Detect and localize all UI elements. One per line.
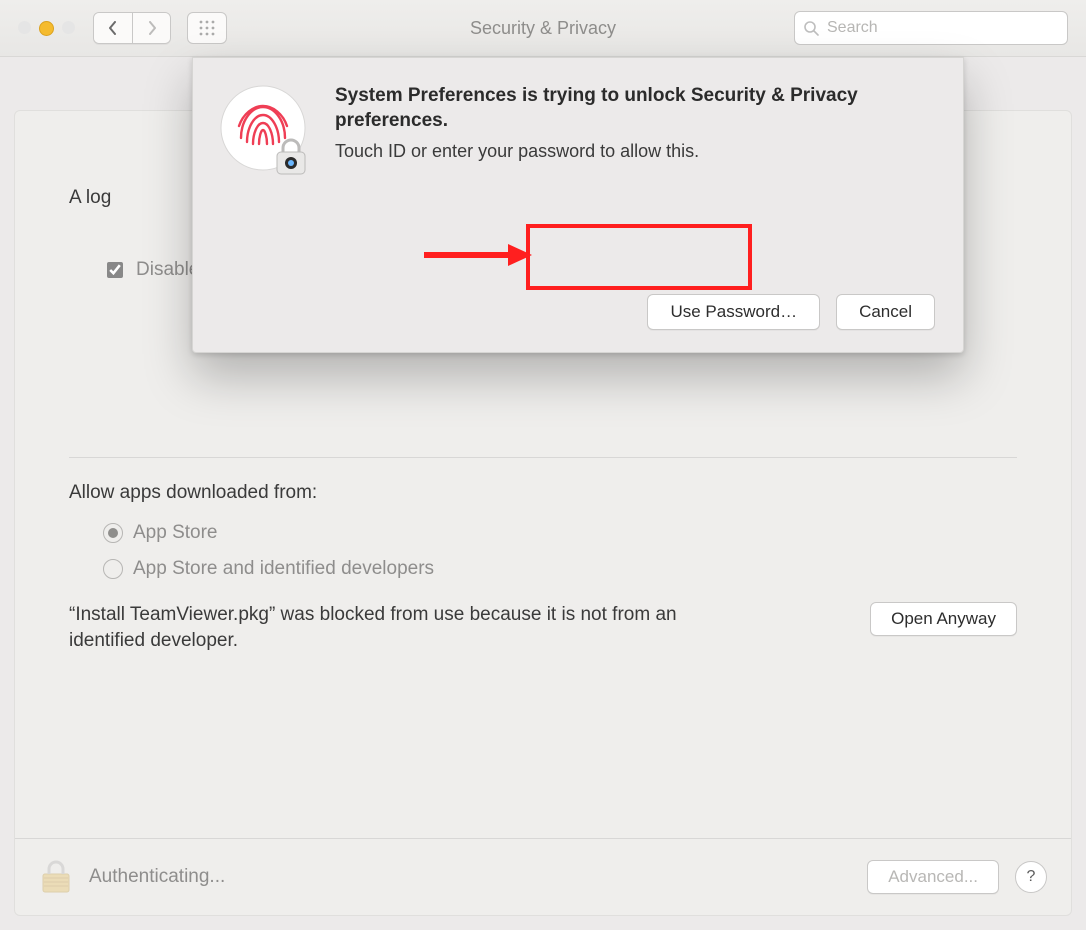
panel-footer: Authenticating... Advanced... ? (15, 838, 1071, 915)
lock-status-text: Authenticating... (89, 866, 225, 888)
titlebar: Security & Privacy (0, 0, 1086, 57)
dialog-subtitle: Touch ID or enter your password to allow… (335, 141, 935, 162)
open-anyway-button[interactable]: Open Anyway (870, 602, 1017, 636)
minimize-window-icon[interactable] (39, 21, 54, 36)
window-controls (18, 21, 75, 36)
zoom-window-icon[interactable] (62, 21, 75, 34)
radio-app-store-and-dev[interactable]: App Store and identified developers (103, 558, 1017, 580)
disable-auto-login-checkbox[interactable] (107, 262, 123, 278)
advanced-button[interactable]: Advanced... (867, 860, 999, 894)
allow-apps-heading: Allow apps downloaded from: (69, 482, 1017, 504)
radio-app-store[interactable]: App Store (103, 522, 1017, 544)
chevron-left-icon (108, 21, 118, 35)
forward-button[interactable] (132, 13, 170, 43)
unlock-dialog: System Preferences is trying to unlock S… (192, 57, 964, 353)
cancel-button[interactable]: Cancel (836, 294, 935, 330)
radio-icon (103, 559, 123, 579)
back-button[interactable] (94, 13, 132, 43)
show-all-button[interactable] (187, 12, 227, 44)
blocked-app-message: “Install TeamViewer.pkg” was blocked fro… (69, 602, 709, 653)
radio-icon (103, 523, 123, 543)
dialog-title: System Preferences is trying to unlock S… (335, 84, 935, 133)
search-field[interactable] (794, 11, 1068, 45)
close-window-icon[interactable] (18, 21, 31, 34)
lock-icon[interactable] (39, 859, 73, 895)
nav-buttons (93, 12, 171, 44)
use-password-button[interactable]: Use Password… (647, 294, 820, 330)
chevron-right-icon (147, 21, 157, 35)
divider (69, 457, 1017, 458)
touch-id-icon (217, 82, 317, 182)
help-button[interactable]: ? (1015, 861, 1047, 893)
radio-app-store-and-dev-label: App Store and identified developers (133, 558, 434, 580)
search-input[interactable] (825, 18, 1059, 38)
radio-app-store-label: App Store (133, 522, 218, 544)
search-icon (803, 20, 819, 36)
grid-icon (199, 20, 215, 36)
